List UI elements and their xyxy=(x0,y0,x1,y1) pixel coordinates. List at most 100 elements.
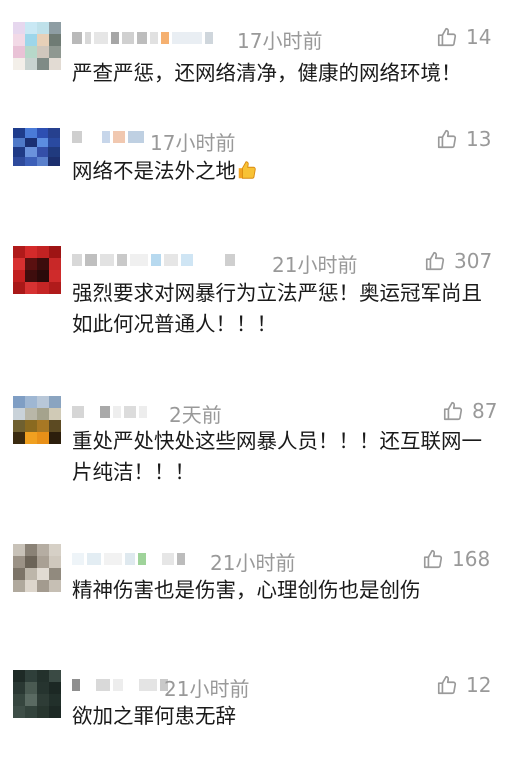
avatar-pixel xyxy=(36,156,49,166)
avatar-pixel xyxy=(37,22,49,34)
avatar-pixel xyxy=(13,34,25,46)
avatar-pixel xyxy=(25,396,37,408)
avatar-pixel xyxy=(49,46,61,58)
avatar-pixel xyxy=(25,282,37,294)
avatar-pixel xyxy=(25,22,37,34)
avatar-pixel xyxy=(13,147,25,157)
like-button[interactable]: 168 xyxy=(422,547,490,571)
avatar-pixel xyxy=(49,694,61,706)
thumbs-up-icon xyxy=(437,27,457,47)
avatar-pixel xyxy=(13,137,25,147)
thumbs-up-icon xyxy=(437,129,457,149)
avatar-pixel xyxy=(13,682,25,694)
comment-text: 网络不是法外之地 xyxy=(72,156,502,190)
like-button[interactable]: 13 xyxy=(436,127,491,151)
avatar-pixel xyxy=(37,246,49,258)
avatar-pixel xyxy=(24,156,37,166)
comment-text: 严查严惩，还网络清净，健康的网络环境！ xyxy=(72,61,462,85)
avatar-pixel xyxy=(25,46,37,58)
avatar-pixel xyxy=(25,246,37,258)
avatar-pixel xyxy=(49,556,61,568)
like-count: 168 xyxy=(452,547,491,571)
avatar-pixel xyxy=(49,58,61,70)
avatar[interactable] xyxy=(13,396,61,444)
avatar-pixel xyxy=(13,580,25,592)
like-button[interactable]: 12 xyxy=(436,673,491,697)
username-blurred[interactable] xyxy=(72,676,168,694)
avatar-pixel xyxy=(49,270,61,282)
comment-text-content: 网络不是法外之地 xyxy=(72,159,236,183)
thumbs-up-icon xyxy=(425,251,445,271)
like-count: 14 xyxy=(466,25,492,49)
like-count: 12 xyxy=(466,673,492,697)
comment-text: 强烈要求对网暴行为立法严惩！奥运冠军尚且如此何况普通人！！！ xyxy=(72,281,482,336)
avatar-pixel xyxy=(49,22,61,34)
username-blurred[interactable] xyxy=(72,251,235,269)
avatar-pixel xyxy=(13,128,25,138)
comment-text: 欲加之罪何患无辞 xyxy=(72,704,236,728)
avatar-pixel xyxy=(49,432,61,444)
avatar-pixel xyxy=(25,706,37,718)
avatar[interactable] xyxy=(13,22,61,70)
avatar[interactable] xyxy=(13,544,61,592)
avatar[interactable] xyxy=(13,128,60,166)
avatar-pixel xyxy=(49,568,61,580)
avatar-pixel xyxy=(13,706,25,718)
avatar-pixel xyxy=(13,58,25,70)
thumbs-up-icon xyxy=(443,401,463,421)
avatar-pixel xyxy=(13,156,25,166)
avatar-pixel xyxy=(13,258,25,270)
avatar[interactable] xyxy=(13,670,61,718)
avatar-pixel xyxy=(13,544,25,556)
avatar-pixel xyxy=(37,682,49,694)
avatar-pixel xyxy=(49,34,61,46)
avatar-pixel xyxy=(25,34,37,46)
thumbs-up-emoji-icon xyxy=(236,159,258,190)
avatar-pixel xyxy=(49,670,61,682)
avatar-pixel xyxy=(37,670,49,682)
avatar-pixel xyxy=(25,408,37,420)
comment-time: 21小时前 xyxy=(164,677,250,701)
like-count: 13 xyxy=(466,127,492,151)
avatar-pixel xyxy=(36,147,49,157)
like-count: 87 xyxy=(472,399,498,423)
username-blurred[interactable] xyxy=(72,550,185,568)
like-button[interactable]: 87 xyxy=(442,399,497,423)
avatar-pixel xyxy=(48,137,60,147)
avatar-pixel xyxy=(25,568,37,580)
avatar-pixel xyxy=(13,46,25,58)
like-button[interactable]: 307 xyxy=(424,249,492,273)
avatar-pixel xyxy=(37,694,49,706)
avatar-pixel xyxy=(25,682,37,694)
username-blurred[interactable] xyxy=(72,29,213,47)
avatar-pixel xyxy=(37,258,49,270)
avatar-pixel xyxy=(49,682,61,694)
avatar-pixel xyxy=(13,432,25,444)
avatar-pixel xyxy=(49,408,61,420)
like-count: 307 xyxy=(454,249,493,273)
comment-time: 21小时前 xyxy=(272,253,358,277)
avatar[interactable] xyxy=(13,246,61,294)
username-blurred[interactable] xyxy=(72,128,144,146)
comment-time: 21小时前 xyxy=(210,551,296,575)
avatar-pixel xyxy=(25,420,37,432)
avatar-pixel xyxy=(37,706,49,718)
username-blurred[interactable] xyxy=(72,403,147,421)
avatar-pixel xyxy=(13,22,25,34)
comment-time: 2天前 xyxy=(169,403,222,427)
avatar-pixel xyxy=(37,396,49,408)
avatar-pixel xyxy=(37,46,49,58)
like-button[interactable]: 14 xyxy=(436,25,491,49)
avatar-pixel xyxy=(49,282,61,294)
avatar-pixel xyxy=(36,128,49,138)
avatar-pixel xyxy=(13,408,25,420)
avatar-pixel xyxy=(48,156,60,166)
thumbs-up-icon xyxy=(437,675,457,695)
avatar-pixel xyxy=(25,556,37,568)
avatar-pixel xyxy=(25,258,37,270)
avatar-pixel xyxy=(37,420,49,432)
avatar-pixel xyxy=(25,270,37,282)
avatar-pixel xyxy=(13,396,25,408)
avatar-pixel xyxy=(49,544,61,556)
avatar-pixel xyxy=(25,694,37,706)
